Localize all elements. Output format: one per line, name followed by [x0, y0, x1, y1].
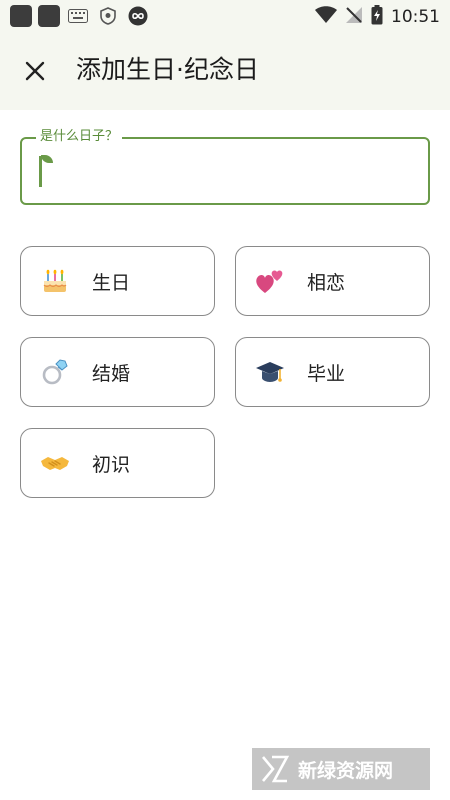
- preset-chip-love[interactable]: 相恋: [235, 246, 430, 316]
- status-left-icons: [10, 5, 150, 27]
- preset-chip-label: 生日: [92, 271, 131, 294]
- preset-chip-graduation[interactable]: 毕业: [235, 337, 430, 407]
- app-bar: 添加生日·纪念日: [0, 32, 450, 110]
- close-button[interactable]: [18, 54, 52, 88]
- status-right-icons: 10:51: [315, 5, 440, 29]
- app-square-icon: [38, 5, 60, 27]
- preset-chip-wedding[interactable]: 结婚: [20, 337, 215, 407]
- text-cursor: [39, 156, 42, 187]
- no-signal-icon: [345, 6, 363, 28]
- infinity-icon: [126, 5, 150, 27]
- date-name-input[interactable]: [38, 154, 418, 190]
- status-bar: 10:51: [0, 0, 450, 32]
- battery-icon: [371, 5, 383, 29]
- wifi-icon: [315, 6, 337, 28]
- watermark-text: 新绿资源网: [298, 759, 394, 782]
- shield-icon: [96, 5, 120, 27]
- two-hearts-icon: [255, 266, 285, 296]
- graduation-cap-icon: [255, 357, 285, 387]
- close-icon: [25, 61, 45, 81]
- birthday-cake-icon: [40, 266, 70, 296]
- preset-chip-first-meet[interactable]: 初识: [20, 428, 215, 498]
- preset-chip-label: 相恋: [307, 271, 346, 294]
- keyboard-icon: [66, 5, 90, 27]
- watermark-logo-icon: [262, 755, 290, 783]
- preset-chip-label: 结婚: [92, 362, 131, 385]
- ring-icon: [40, 357, 70, 387]
- preset-chip-birthday[interactable]: 生日: [20, 246, 215, 316]
- page-title: 添加生日·纪念日: [76, 55, 259, 84]
- preset-chip-label: 初识: [92, 453, 131, 476]
- watermark: 新绿资源网: [252, 748, 430, 790]
- clock-time: 10:51: [391, 7, 440, 27]
- date-name-field-label: 是什么日子？: [36, 128, 123, 146]
- preset-chip-label: 毕业: [307, 362, 346, 385]
- app-square-icon: [10, 5, 32, 27]
- handshake-icon: [40, 448, 70, 478]
